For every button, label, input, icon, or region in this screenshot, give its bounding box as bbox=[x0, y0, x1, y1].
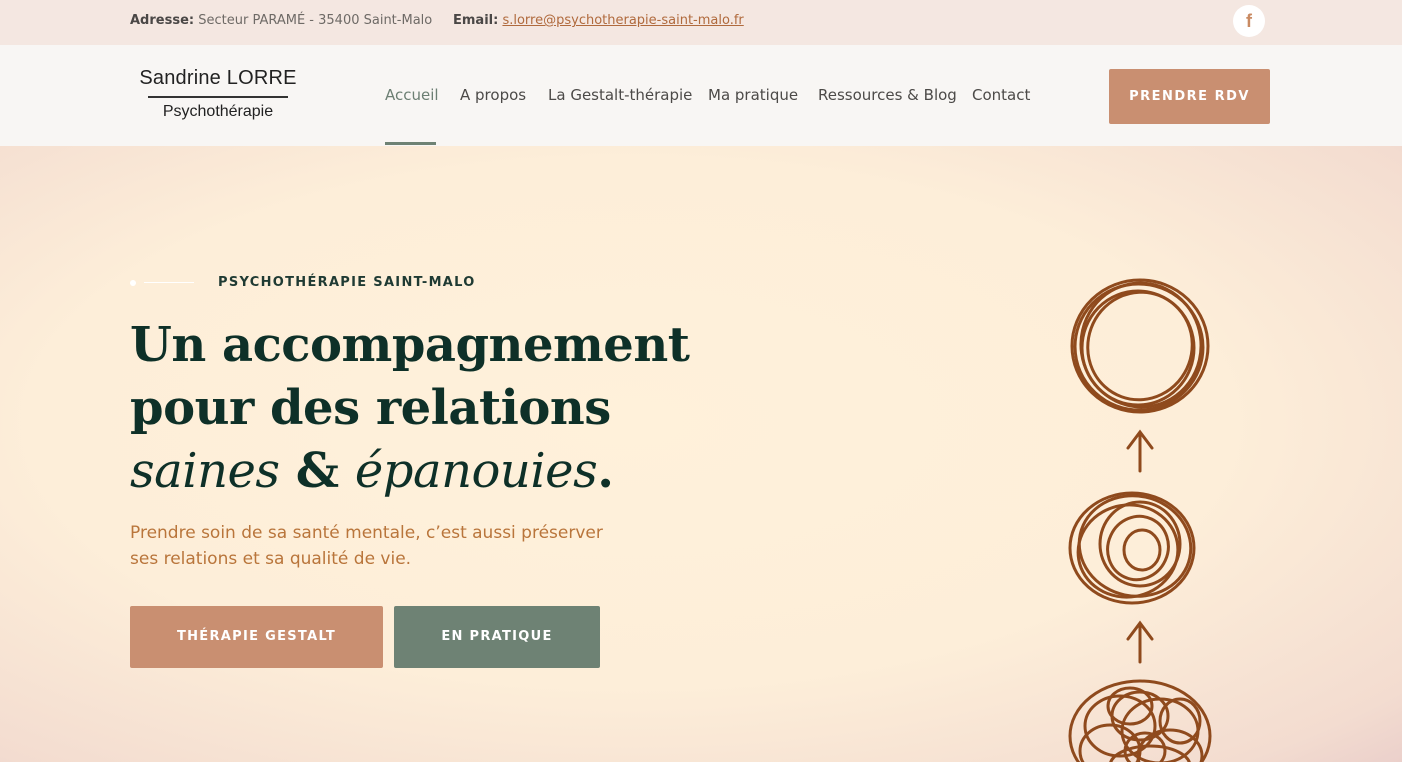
logo-divider bbox=[148, 96, 288, 98]
hero-lead-text: Prendre soin de sa santé mentale, c’est … bbox=[130, 523, 603, 569]
address-value: Secteur PARAMÉ - 35400 Saint-Malo bbox=[198, 13, 433, 28]
hero-eyebrow: PSYCHOTHÉRAPIE SAINT-MALO bbox=[218, 275, 476, 290]
arrow-up-icon bbox=[1126, 429, 1154, 473]
in-practice-button[interactable]: EN PRATIQUE bbox=[394, 606, 600, 668]
active-nav-indicator bbox=[385, 142, 436, 145]
top-info-bar: Adresse: Secteur PARAMÉ - 35400 Saint-Ma… bbox=[0, 0, 1402, 45]
hero-title: Un accompagnement pour des relations sai… bbox=[130, 314, 690, 503]
partially-tangled-circle-icon bbox=[1068, 491, 1196, 605]
hero-title-line-2: pour des relations bbox=[130, 380, 611, 436]
email-link[interactable]: s.lorre@psychotherapie-saint-malo.fr bbox=[502, 13, 743, 28]
nav-item-ressources-blog[interactable]: Ressources & Blog bbox=[818, 86, 957, 104]
logo-name: Sandrine LORRE bbox=[139, 67, 297, 89]
nav-item-a-propos[interactable]: A propos bbox=[460, 86, 526, 104]
hero-title-ampersand: & bbox=[295, 443, 339, 499]
hero-section: PSYCHOTHÉRAPIE SAINT-MALO Un accompagnem… bbox=[0, 146, 1402, 762]
arrow-up-icon-2 bbox=[1126, 620, 1154, 664]
gestalt-therapy-button[interactable]: THÉRAPIE GESTALT bbox=[130, 606, 383, 668]
email-info: Email: s.lorre@psychotherapie-saint-malo… bbox=[453, 13, 744, 28]
hero-title-line-1: Un accompagnement bbox=[130, 317, 690, 373]
logo-subtitle: Psychothérapie bbox=[162, 103, 274, 120]
site-logo[interactable]: Sandrine LORRE Psychothérapie bbox=[138, 67, 298, 121]
tangled-circle-icon bbox=[1068, 679, 1212, 762]
nav-item-ma-pratique[interactable]: Ma pratique bbox=[708, 86, 798, 104]
untangled-circle-icon bbox=[1070, 278, 1210, 414]
nav-item-gestalt-therapie[interactable]: La Gestalt-thérapie bbox=[548, 86, 692, 104]
address-info: Adresse: Secteur PARAMÉ - 35400 Saint-Ma… bbox=[130, 13, 432, 28]
eyebrow-rule bbox=[144, 282, 194, 283]
hero-title-line-3: saines & épanouies. bbox=[130, 440, 689, 503]
hero-title-emphasis-2: épanouies bbox=[354, 443, 598, 499]
hero-title-emphasis-1: saines bbox=[130, 443, 280, 499]
scribble-illustration bbox=[1068, 278, 1212, 762]
eyebrow-decoration bbox=[130, 280, 195, 286]
book-appointment-button[interactable]: PRENDRE RDV bbox=[1109, 69, 1270, 124]
email-label: Email: bbox=[453, 13, 499, 28]
main-navigation: Sandrine LORRE Psychothérapie Accueil A … bbox=[0, 45, 1402, 146]
facebook-icon[interactable]: f bbox=[1233, 5, 1265, 37]
hero-title-period: . bbox=[597, 443, 614, 499]
nav-item-contact[interactable]: Contact bbox=[972, 86, 1030, 104]
address-label: Adresse: bbox=[130, 13, 195, 28]
eyebrow-dot bbox=[130, 280, 136, 286]
nav-item-accueil[interactable]: Accueil bbox=[385, 86, 439, 104]
